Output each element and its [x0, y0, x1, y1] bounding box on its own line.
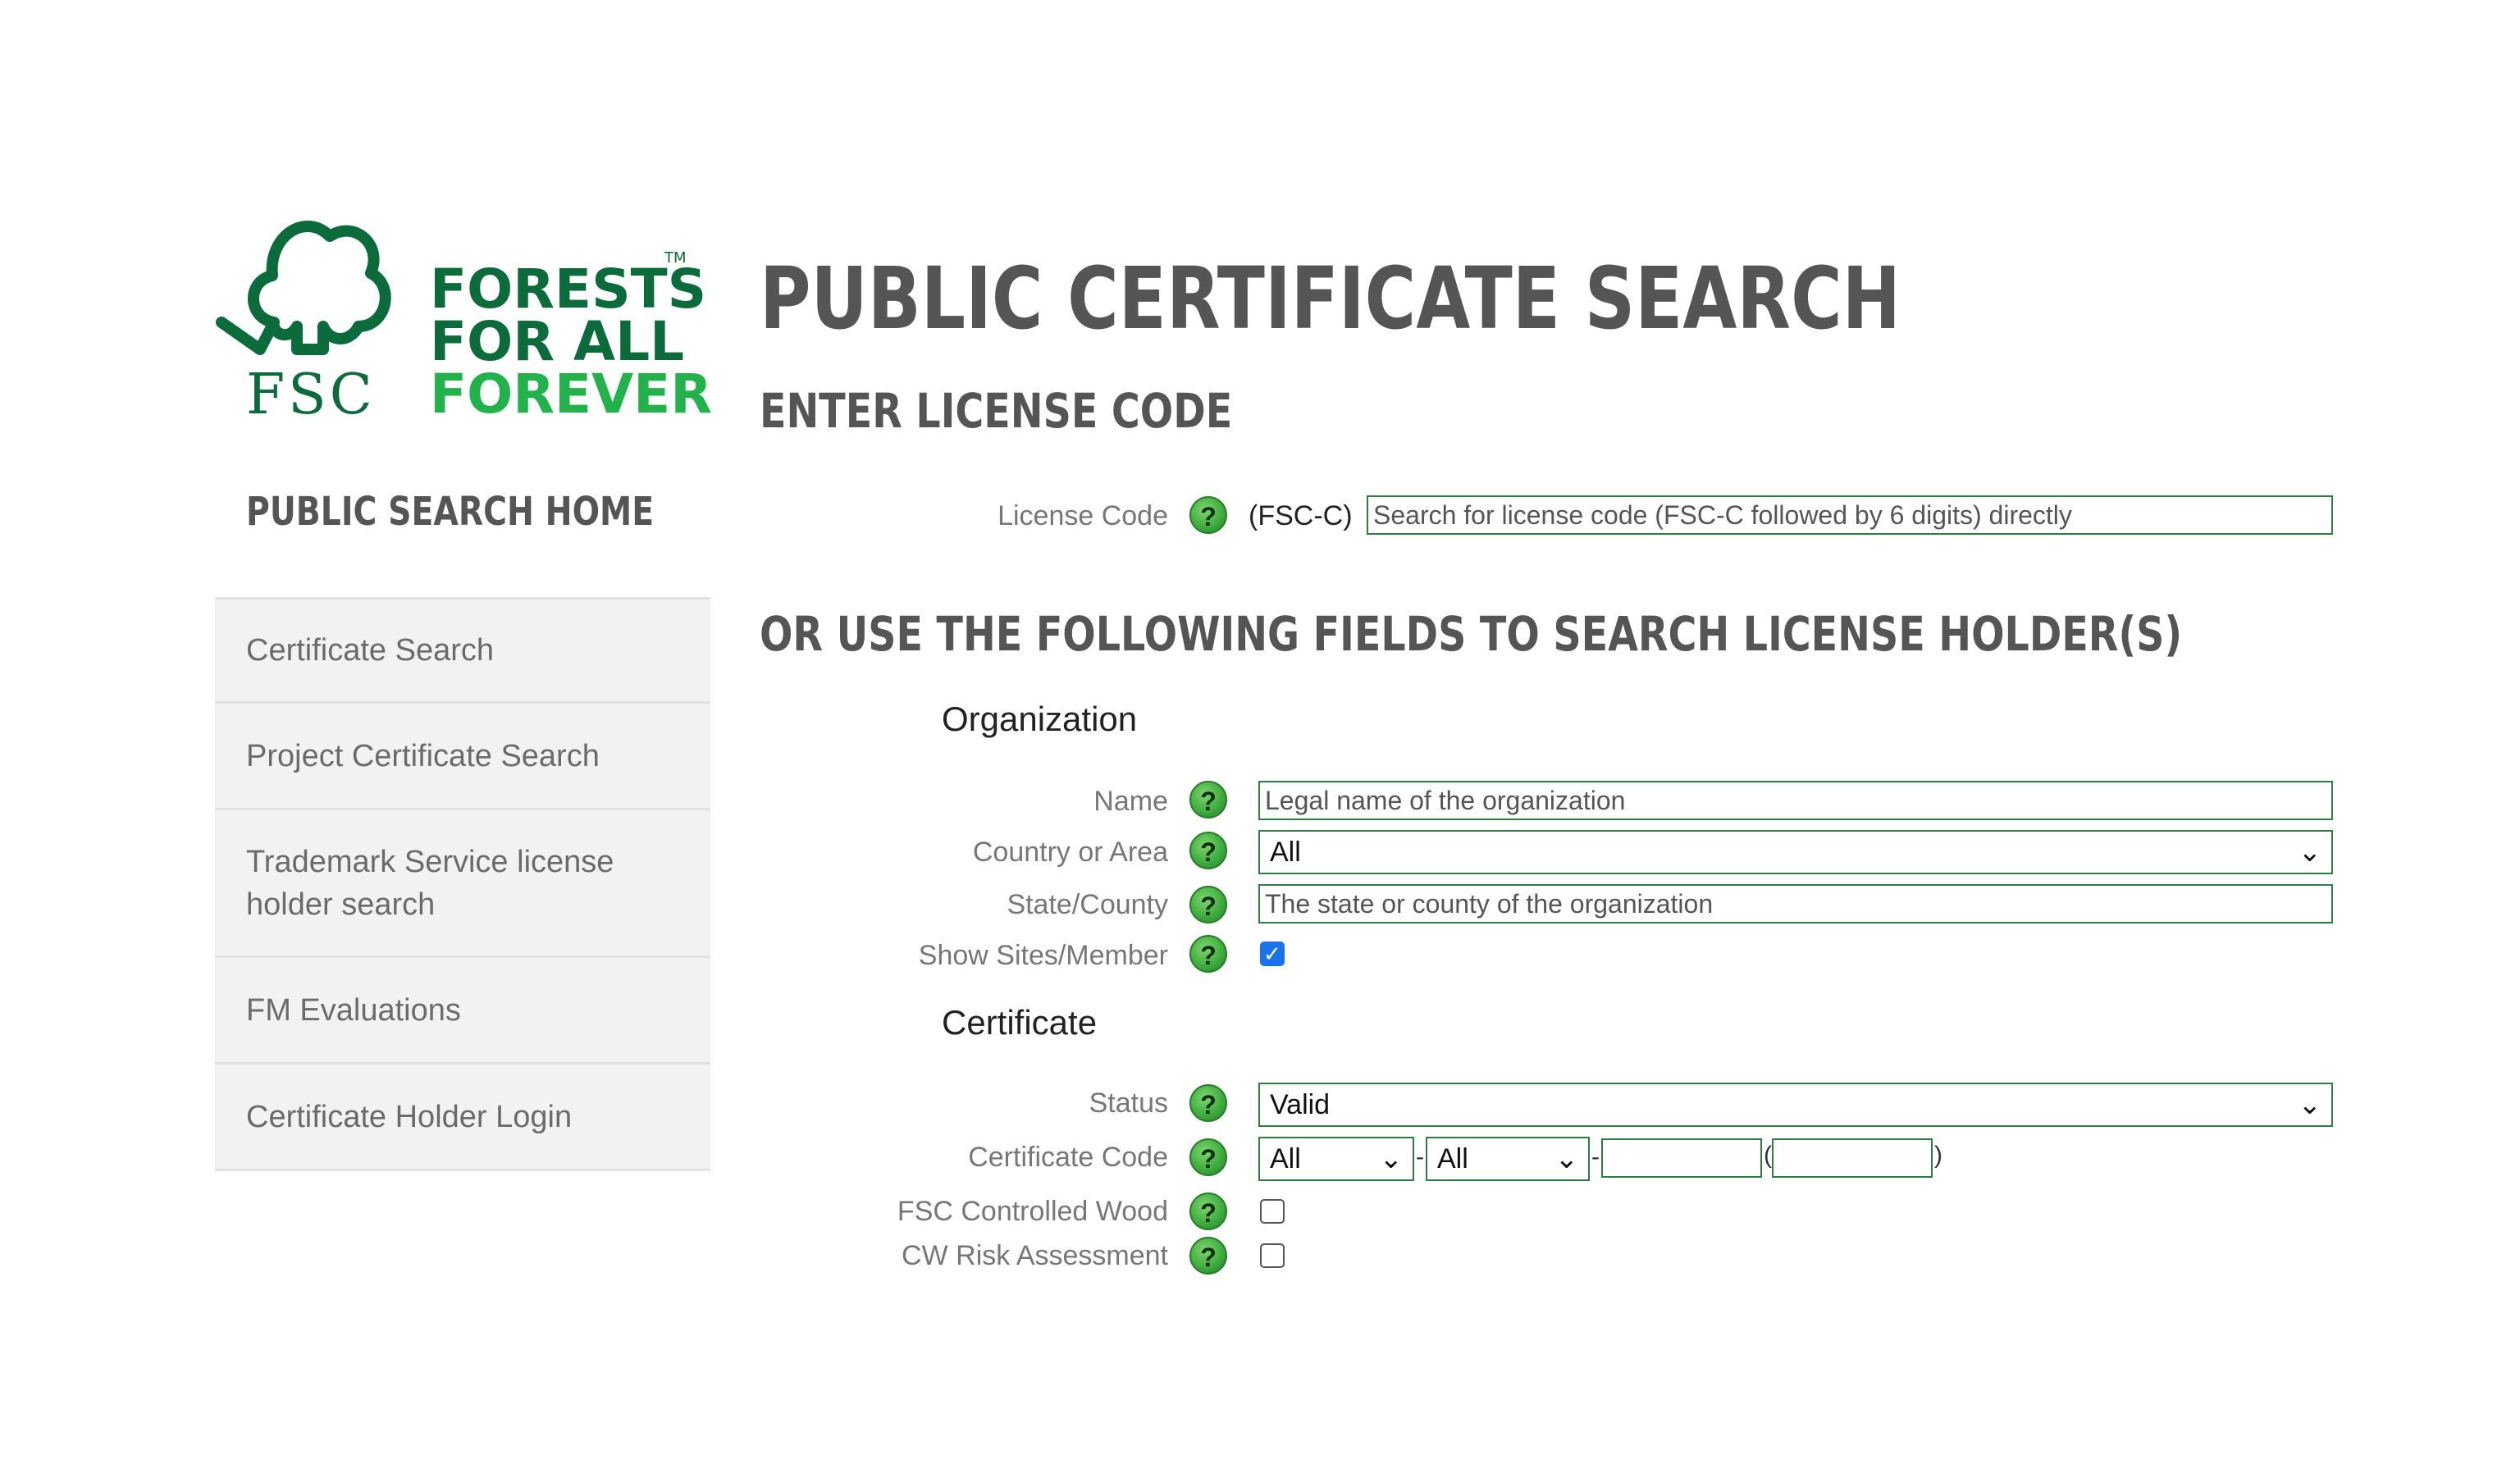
logo-tm: TM	[664, 249, 687, 267]
license-code-label: License Code	[998, 500, 1168, 531]
certificate-code-select-1[interactable]: All ⌄	[1258, 1137, 1414, 1181]
state-county-input[interactable]: The state or county of the organization	[1258, 884, 2333, 923]
help-icon[interactable]: ?	[1189, 781, 1227, 819]
help-icon[interactable]: ?	[1189, 1084, 1227, 1122]
tree-check-icon	[216, 221, 391, 355]
chevron-down-icon: ⌄	[2298, 1089, 2322, 1120]
sidebar-item-label: Certificate Search	[246, 633, 495, 668]
fsc-logo[interactable]: FORESTS FOR ALL FOREVER TM FSC	[215, 203, 712, 427]
sidebar-item-label: Trademark Service license holder search	[246, 844, 614, 922]
logo-line-forests: FORESTS	[430, 258, 707, 321]
sidebar-item-fm-evaluations[interactable]: FM Evaluations	[215, 958, 710, 1065]
sidebar-item-project-certificate-search[interactable]: Project Certificate Search	[215, 704, 710, 810]
name-label: Name	[1093, 786, 1168, 817]
code-separator: -	[1591, 1143, 1600, 1170]
code-close-paren: )	[1934, 1142, 1942, 1169]
sidebar-nav: Certificate Search Project Certificate S…	[215, 597, 710, 1171]
certificate-code-suffix-input[interactable]	[1772, 1138, 1933, 1178]
chevron-down-icon: ⌄	[1554, 1143, 1579, 1174]
sidebar-item-label: FM Evaluations	[246, 992, 461, 1028]
certificate-code-select-2-value: All	[1437, 1143, 1468, 1174]
show-sites-label: Show Sites/Member	[918, 940, 1168, 971]
controlled-wood-label: FSC Controlled Wood	[897, 1196, 1168, 1227]
help-icon[interactable]: ?	[1189, 1193, 1227, 1230]
certificate-code-select-1-value: All	[1270, 1143, 1301, 1174]
certificate-code-label: Certificate Code	[968, 1142, 1168, 1173]
cw-risk-label: CW Risk Assessment	[902, 1240, 1168, 1271]
cw-risk-checkbox[interactable]	[1260, 1243, 1285, 1268]
help-icon[interactable]: ?	[1189, 1237, 1227, 1275]
status-select[interactable]: Valid ⌄	[1258, 1083, 2333, 1127]
sidebar-item-label: Certificate Holder Login	[246, 1099, 573, 1134]
controlled-wood-checkbox[interactable]	[1260, 1199, 1285, 1224]
license-prefix: (FSC-C)	[1249, 500, 1353, 531]
help-icon[interactable]: ?	[1189, 886, 1227, 923]
license-heading: ENTER LICENSE CODE	[760, 383, 1233, 439]
chevron-down-icon: ⌄	[1379, 1143, 1404, 1174]
or-heading: OR USE THE FOLLOWING FIELDS TO SEARCH LI…	[760, 606, 2183, 662]
page-title: PUBLIC CERTIFICATE SEARCH	[760, 249, 1901, 349]
state-label: State/County	[1007, 889, 1168, 920]
help-icon[interactable]: ?	[1189, 1138, 1227, 1176]
organization-section-title: Organization	[942, 700, 1138, 738]
code-separator: -	[1416, 1143, 1424, 1170]
sidebar-item-trademark-service[interactable]: Trademark Service license holder search	[215, 810, 710, 958]
sidebar-item-certificate-search[interactable]: Certificate Search	[215, 597, 710, 704]
logo-fsc: FSC	[246, 363, 376, 427]
country-select[interactable]: All ⌄	[1258, 830, 2333, 874]
chevron-down-icon: ⌄	[2298, 837, 2322, 868]
code-open-paren: (	[1764, 1142, 1772, 1169]
logo-line-forever: FOREVER	[430, 363, 713, 426]
country-select-value: All	[1270, 837, 1301, 868]
sidebar-item-certificate-holder-login[interactable]: Certificate Holder Login	[215, 1065, 710, 1171]
help-icon[interactable]: ?	[1189, 832, 1227, 869]
public-search-home-link[interactable]: PUBLIC SEARCH HOME	[246, 492, 654, 531]
organization-name-input[interactable]: Legal name of the organization	[1258, 781, 2333, 820]
certificate-code-number-input[interactable]	[1601, 1138, 1762, 1178]
license-code-input[interactable]: Search for license code (FSC-C followed …	[1367, 495, 2333, 535]
status-select-value: Valid	[1270, 1089, 1331, 1120]
status-label: Status	[1089, 1088, 1168, 1119]
country-label: Country or Area	[972, 837, 1168, 868]
help-icon[interactable]: ?	[1189, 496, 1227, 534]
logo-line-for-all: FOR ALL	[430, 310, 685, 373]
show-sites-checkbox[interactable]: ✓	[1260, 942, 1285, 966]
sidebar-item-label: Project Certificate Search	[246, 738, 600, 773]
certificate-section-title: Certificate	[942, 1003, 1098, 1042]
certificate-code-select-2[interactable]: All ⌄	[1426, 1137, 1590, 1181]
help-icon[interactable]: ?	[1189, 935, 1227, 973]
